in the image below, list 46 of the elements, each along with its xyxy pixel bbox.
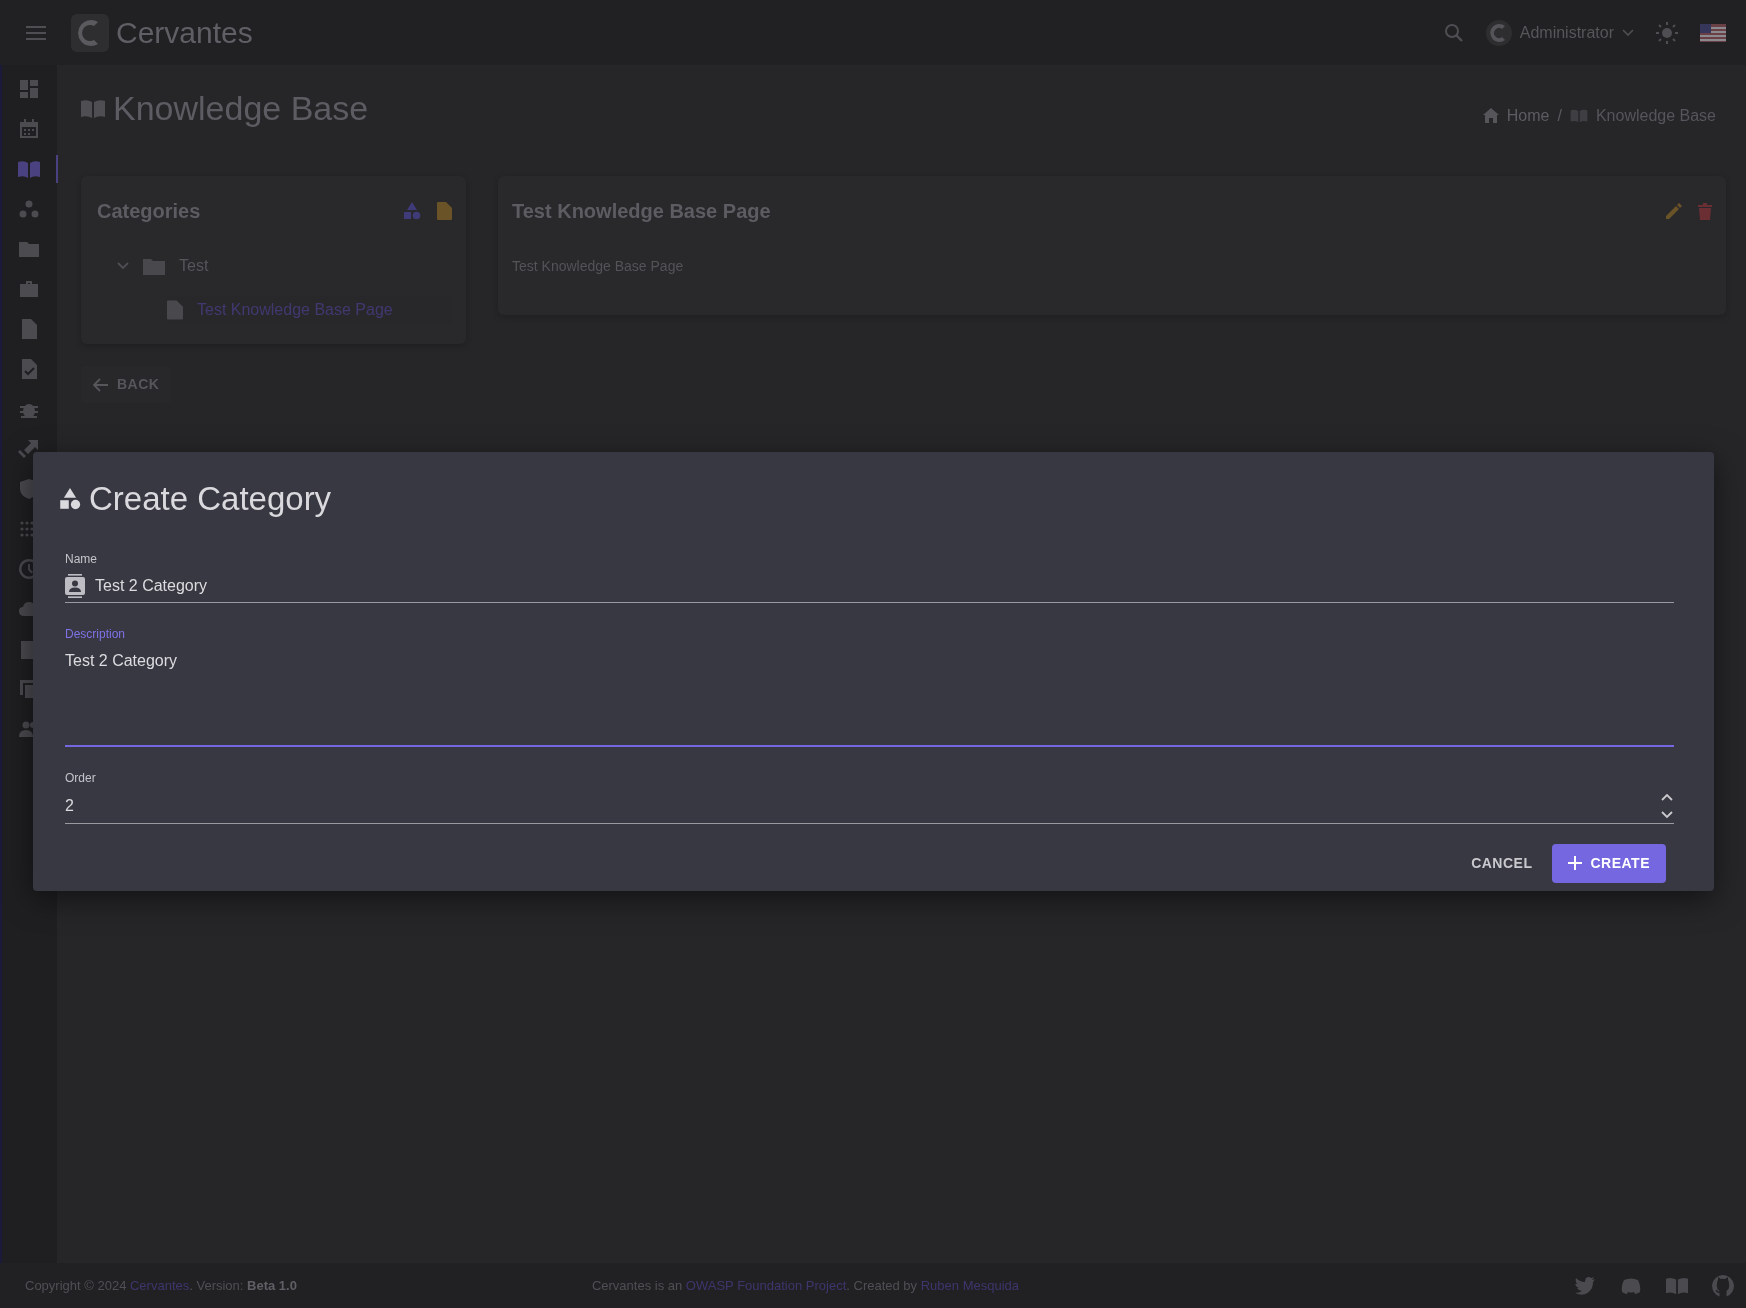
app-title: Cervantes [116, 15, 253, 51]
arrows-icon[interactable] [17, 438, 40, 460]
logo-icon [70, 12, 110, 53]
book-icon [81, 98, 105, 119]
cancel-button[interactable]: CANCEL [1459, 843, 1545, 883]
sun-icon[interactable] [1656, 21, 1678, 44]
user-name[interactable]: Administrator [1519, 20, 1614, 45]
text-area[interactable]: Test 2 Category [65, 648, 1674, 747]
dashboard-icon[interactable] [17, 78, 40, 100]
cat-icon[interactable] [1712, 1274, 1734, 1297]
bird-icon[interactable] [1574, 1274, 1596, 1297]
home-icon [1482, 108, 1499, 123]
dialog-title: Create Category [89, 479, 332, 519]
field-label: Description [65, 625, 127, 643]
spinner-arrows-icon[interactable] [1660, 792, 1674, 819]
plus-icon [1568, 856, 1583, 870]
file-icon [167, 300, 183, 320]
pencil-icon[interactable] [1666, 202, 1682, 219]
arrow-left-icon [93, 377, 109, 392]
chevron-down-icon[interactable] [117, 262, 129, 270]
dots-icon[interactable] [17, 198, 40, 220]
input-field[interactable]: 2 [65, 792, 1674, 824]
menu-icon[interactable] [26, 25, 46, 40]
breadcrumb-link[interactable]: Home [1506, 103, 1550, 128]
contact-card-icon [65, 573, 85, 598]
field-label: Name [65, 550, 98, 568]
flag-icon[interactable] [1700, 23, 1726, 42]
avatar-icon[interactable] [1485, 19, 1512, 46]
footer-link[interactable]: Ruben Mesquida [920, 1277, 1019, 1293]
book-icon [1569, 108, 1588, 123]
calendar-icon[interactable] [17, 118, 40, 140]
file-icon[interactable] [437, 202, 452, 220]
folder-icon [143, 257, 165, 275]
shapes-icon [59, 487, 81, 510]
book-icon[interactable] [17, 158, 40, 180]
breadcrumb-separator: / [1557, 105, 1562, 126]
tree-item-link[interactable]: Test Knowledge Base Page [197, 298, 393, 322]
create-button[interactable]: CREATE [1552, 843, 1666, 883]
search-icon[interactable] [1443, 22, 1464, 43]
input-field[interactable]: Test 2 Category [65, 573, 1674, 603]
briefcase-icon[interactable] [17, 278, 40, 300]
page-title: Knowledge Base [113, 88, 369, 129]
shapes-icon[interactable] [403, 202, 421, 220]
trash-icon[interactable] [1698, 202, 1712, 220]
chevron-down-icon[interactable] [1622, 28, 1634, 37]
field-label: Order [65, 769, 97, 787]
